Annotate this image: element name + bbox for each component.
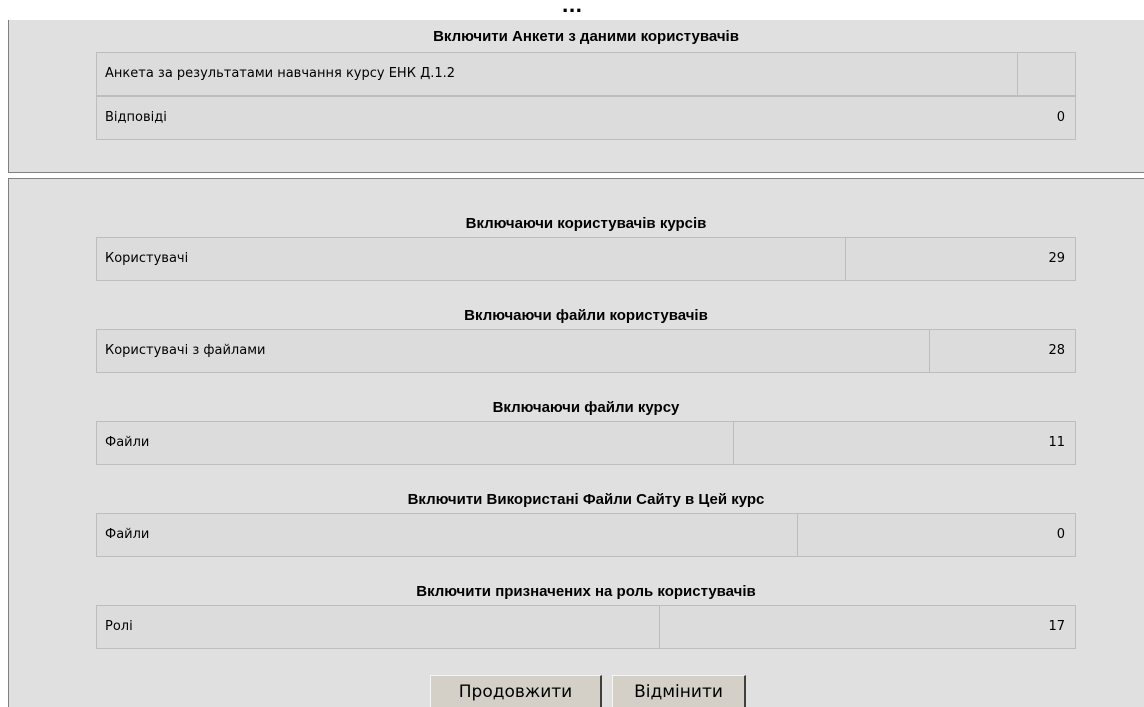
user-files-label: Користувачі з файлами [105,343,266,358]
column-divider [733,422,734,464]
button-bar: Продовжити Відмінити [9,667,1144,707]
role-users-label: Ролі [105,619,133,634]
user-files-value: 28 [1048,343,1065,358]
course-files-row: Файли 11 [96,421,1076,465]
user-files-heading: Включаючи файли користувачів [464,307,708,324]
column-divider [1017,53,1018,95]
ellipsis-indicator: ... [561,0,583,17]
cancel-button[interactable]: Відмінити [612,675,746,707]
site-files-label: Файли [105,527,150,542]
site-files-row: Файли 0 [96,513,1076,557]
column-divider [797,514,798,556]
course-users-heading: Включаючи користувачів курсів [465,215,707,232]
role-users-value: 17 [1048,619,1065,634]
site-files-value: 0 [1056,527,1065,542]
course-files-heading: Включаючи файли курсу [492,399,680,416]
course-users-value: 29 [1048,251,1065,266]
course-users-label: Користувачі [105,251,189,266]
survey-heading: Включити Анкети з даними користувачів [433,28,739,45]
course-files-value: 11 [1048,435,1065,450]
content-panel: Включаючи користувачів курсів Користувач… [8,178,1144,707]
continue-button[interactable]: Продовжити [430,675,602,707]
course-files-label: Файли [105,435,150,450]
column-divider [659,606,660,648]
role-users-row: Ролі 17 [96,605,1076,649]
column-divider [929,330,930,372]
role-users-heading: Включити призначених на роль користувачі… [416,583,756,600]
course-users-row: Користувачі 29 [96,237,1076,281]
column-divider [845,238,846,280]
site-files-heading: Включити Використані Файли Сайту в Цей к… [407,491,765,508]
answers-row: Відповіді 0 [96,96,1076,140]
survey-panel: Включити Анкети з даними користувачів Ан… [8,20,1144,173]
answers-row-value: 0 [1056,110,1065,125]
survey-row: Анкета за результатами навчання курсу ЕН… [96,52,1076,96]
user-files-row: Користувачі з файлами 28 [96,329,1076,373]
survey-row-label: Анкета за результатами навчання курсу ЕН… [105,66,456,81]
answers-row-label: Відповіді [105,110,167,125]
